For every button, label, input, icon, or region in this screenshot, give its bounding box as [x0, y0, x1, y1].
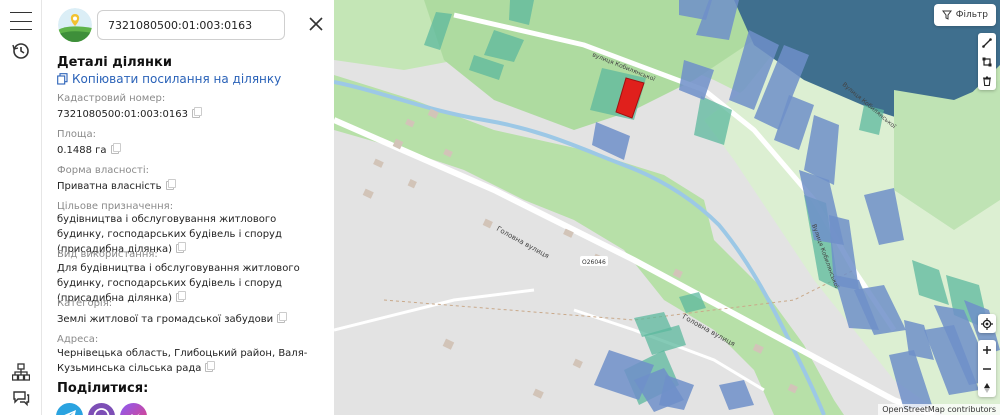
filter-button[interactable]: Фільтр: [933, 4, 996, 26]
purpose-label: Цільове призначення:: [57, 201, 174, 212]
copy-icon[interactable]: [176, 291, 187, 302]
copy-icon[interactable]: [192, 107, 202, 118]
copy-icon[interactable]: [110, 143, 121, 154]
compass-icon[interactable]: [978, 378, 996, 397]
trash-icon[interactable]: [978, 71, 996, 90]
filter-label: Фільтр: [955, 10, 988, 20]
cadastral-number-value: 7321080500:01:003:0163: [57, 107, 325, 122]
usage-label: Вид використання:: [57, 249, 158, 260]
zoom-control: [978, 340, 996, 397]
panel-title: Деталі ділянки: [57, 55, 172, 70]
address-text: Чернівецька область, Глибоцький район, В…: [57, 348, 308, 374]
locate-control: [978, 314, 996, 333]
draw-toolbar: [978, 33, 996, 90]
history-icon[interactable]: [8, 38, 34, 64]
close-icon[interactable]: [306, 14, 326, 34]
category-label: Категорія:: [57, 298, 113, 309]
copy-icon: [57, 73, 68, 85]
copy-link-button[interactable]: Копіювати посилання на ділянку: [57, 72, 281, 86]
copy-icon[interactable]: [205, 361, 216, 372]
draw-line-icon[interactable]: [978, 33, 996, 52]
address-label: Адреса:: [57, 334, 99, 345]
viber-icon[interactable]: [88, 403, 115, 415]
logo: [58, 8, 92, 42]
copy-icon[interactable]: [176, 242, 187, 253]
left-rail: [0, 0, 42, 415]
chat-icon[interactable]: [8, 385, 34, 411]
filter-icon: [941, 10, 952, 20]
map-canvas[interactable]: Головна вулиця Головна вулиця вулиця Коб…: [334, 0, 1000, 415]
parcel-details-panel: Деталі ділянки Копіювати посилання на ді…: [42, 0, 334, 415]
ownership-label: Форма власності:: [57, 165, 149, 176]
map-view[interactable]: Головна вулиця Головна вулиця вулиця Коб…: [334, 0, 1000, 415]
category-value: Землі житлової та громадської забудови: [57, 312, 325, 327]
cadastral-search-input[interactable]: [97, 10, 285, 40]
cadastral-number-text: 7321080500:01:003:0163: [57, 109, 188, 120]
cadastral-number-label: Кадастровий номер:: [57, 93, 166, 104]
address-value: Чернівецька область, Глибоцький район, В…: [57, 346, 325, 376]
copy-link-label: Копіювати посилання на ділянку: [72, 72, 282, 86]
copy-icon[interactable]: [165, 179, 176, 190]
sitemap-icon[interactable]: [8, 359, 34, 385]
share-title: Поділитися:: [57, 381, 149, 396]
messenger-icon[interactable]: [120, 403, 147, 415]
area-value: 0.1488 га: [57, 143, 325, 158]
minus-icon[interactable]: [978, 359, 996, 378]
hamburger-icon[interactable]: [8, 8, 34, 34]
area-label: Площа:: [57, 129, 96, 140]
map-attribution[interactable]: OpenStreetMap contributors: [878, 404, 1000, 415]
road-ref-label: O26046: [582, 259, 606, 266]
plus-icon[interactable]: [978, 340, 996, 359]
locate-icon[interactable]: [978, 314, 996, 333]
copy-icon[interactable]: [277, 312, 288, 323]
area-text: 0.1488 га: [57, 145, 107, 156]
ownership-text: Приватна власність: [57, 181, 162, 192]
category-text: Землі житлової та громадської забудови: [57, 314, 274, 325]
telegram-icon[interactable]: [56, 403, 83, 415]
ownership-value: Приватна власність: [57, 179, 325, 194]
draw-polygon-icon[interactable]: [978, 52, 996, 71]
